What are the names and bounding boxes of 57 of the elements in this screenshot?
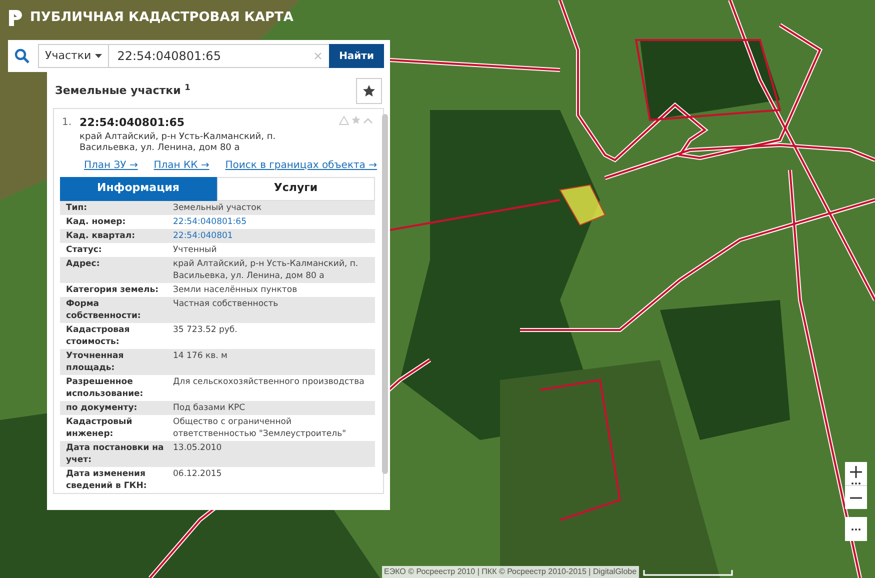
field-label: по документу: xyxy=(66,402,138,414)
field-value: Общество с ограниченной ответственностью "Землеустроитель" xyxy=(173,416,347,440)
field-value: Земли населённых пунктов xyxy=(173,284,298,296)
star-icon[interactable] xyxy=(351,115,361,125)
minus-icon xyxy=(850,496,862,498)
cadastral-number: 22:54:040801:65 xyxy=(80,115,185,131)
caret-icon xyxy=(95,54,102,58)
search-field[interactable]: 22:54:040801:65 xyxy=(109,44,330,68)
field-link[interactable]: 22:54:040801 xyxy=(173,230,369,242)
clear-icon[interactable] xyxy=(314,52,322,60)
field-value: Под базами КРС xyxy=(173,402,246,414)
field-value: край Алтайский, р-н Усть-Калманский, п. Васильевка, ул. Ленина, дом 80 а xyxy=(173,258,360,282)
object-link[interactable]: План ЗУ → xyxy=(84,158,138,172)
field-value: Земельный участок xyxy=(173,202,262,214)
field-label: Разрешенное использование: xyxy=(66,376,144,400)
field-link[interactable]: 22:54:040801:65 xyxy=(173,216,369,228)
favorite-button[interactable] xyxy=(356,78,382,104)
map-attribution: ЕЭКО © Росреестр 2010 | ПКК © Росреестр 2010-2015 | DigitalGlobe xyxy=(382,566,639,578)
more-button[interactable] xyxy=(845,517,867,541)
field-label: Тип: xyxy=(66,202,88,214)
warning-icon[interactable] xyxy=(339,116,349,124)
field-label: Дата изменения сведений в ГКН: xyxy=(66,468,148,492)
field-label: Адрес: xyxy=(66,258,101,270)
field-label: Кадастровая стоимость: xyxy=(66,324,131,348)
field-label: Дата постановки на учет: xyxy=(66,442,165,466)
plus-icon xyxy=(850,466,862,478)
find-button[interactable]: Найти xyxy=(329,44,384,68)
tab[interactable]: Услуги xyxy=(216,176,375,200)
field-label: Кад. номер: xyxy=(66,216,127,228)
field-value: 14 176 кв. м xyxy=(173,350,228,362)
result-index: 1. xyxy=(62,116,72,130)
field-value: Учтенный xyxy=(173,244,218,256)
results-title: Земельные участки $^{1}$ xyxy=(55,82,190,99)
field-value: 06.12.2015 xyxy=(173,468,223,480)
search-bar[interactable]: Участки 22:54:040801:65 Найти xyxy=(8,40,390,72)
field-label: Уточненная площадь: xyxy=(66,350,125,374)
field-value: Частная собственность xyxy=(173,298,280,310)
field-value: 35 723.52 руб. xyxy=(173,324,238,336)
field-label: Кадастровый инженер: xyxy=(66,416,134,440)
dots-icon xyxy=(851,482,861,485)
result-address: край Алтайский, р-н Усть-Калманский, п. Васильевка, ул. Ленина, дом 80 а xyxy=(80,132,277,154)
star-icon xyxy=(362,84,376,98)
app-title: ПУБЛИЧНАЯ КАДАСТРОВАЯ КАРТА xyxy=(30,9,294,27)
field-label: Форма собственности: xyxy=(66,298,142,322)
field-label: Категория земель: xyxy=(66,284,160,296)
search-icon[interactable] xyxy=(14,48,30,64)
logo-icon xyxy=(8,8,22,27)
field-label: Статус: xyxy=(66,244,103,256)
collapse-icon[interactable] xyxy=(363,116,373,124)
tab[interactable]: Информация xyxy=(60,176,216,200)
object-link[interactable]: Поиск в границах объекта → xyxy=(225,158,377,172)
object-link[interactable]: План КК → xyxy=(154,158,210,172)
field-label: Кад. квартал: xyxy=(66,230,136,242)
field-value: Для сельскохозяйственного производства xyxy=(173,376,366,388)
category-dropdown[interactable]: Участки xyxy=(38,44,110,68)
dots-icon xyxy=(851,528,861,530)
field-value: 13.05.2010 xyxy=(173,442,223,454)
